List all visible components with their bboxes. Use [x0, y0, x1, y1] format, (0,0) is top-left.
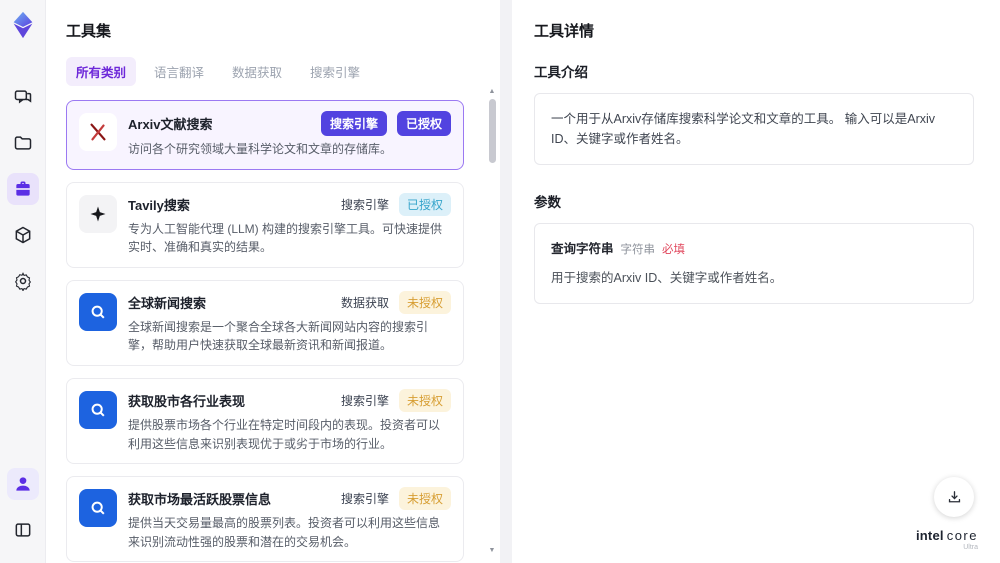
category-badge: 搜索引擎	[340, 393, 389, 408]
intel-core-logo: intel core Ultra	[916, 528, 978, 551]
sidebar-item-account[interactable]	[6, 468, 39, 500]
tool-card-tavily[interactable]: Tavily搜索 搜索引擎 已授权 专为人工智能代理 (LLM) 构建的搜索引擎…	[66, 181, 464, 268]
sidebar-item-chat[interactable]	[7, 81, 39, 113]
sidebar-item-settings[interactable]	[7, 265, 39, 297]
badges: 搜索引擎 已授权	[320, 111, 451, 136]
tool-name: 全球新闻搜索	[128, 295, 207, 311]
param-name: 查询字符串	[551, 242, 614, 256]
intro-box: 一个用于从Arxiv存储库搜索科学论文和文章的工具。 输入可以是Arxiv ID…	[534, 93, 974, 165]
tool-card-arxiv[interactable]: Arxiv文献搜索 搜索引擎 已授权 访问各个研究领域大量科学论文和文章的存储库…	[66, 100, 464, 170]
tool-description: 全球新闻搜索是一个聚合全球各大新闻网站内容的搜索引擎，帮助用户快速获取全球最新资…	[128, 319, 429, 353]
panel-toggle-icon	[15, 523, 30, 537]
param-box: 查询字符串 字符串 必填 用于搜索的Arxiv ID、关键字或作者姓名。	[534, 223, 974, 305]
detail-title: 工具详情	[534, 23, 595, 40]
tool-name: Arxiv文献搜索	[128, 117, 213, 132]
tool-card-active-stocks[interactable]: 获取市场最活跃股票信息 搜索引擎 未授权 提供当天交易量最高的股票列表。投资者可…	[66, 476, 464, 563]
param-type: 字符串	[620, 244, 656, 256]
card-top-row: 获取市场最活跃股票信息 搜索引擎 未授权	[128, 487, 451, 511]
card-top-row: 全球新闻搜索 数据获取 未授权	[128, 290, 451, 314]
status-badge: 已授权	[398, 192, 451, 216]
tool-card-list: Arxiv文献搜索 搜索引擎 已授权 访问各个研究领域大量科学论文和文章的存储库…	[66, 100, 480, 563]
tool-description: 访问各个研究领域大量科学论文和文章的存储库。	[128, 142, 393, 156]
tool-description: 提供当天交易量最高的股票列表。投资者可以利用这些信息来识别流动性强的股票和潜在的…	[128, 516, 441, 549]
tool-name: 获取市场最活跃股票信息	[128, 492, 272, 508]
user-icon	[15, 477, 30, 491]
category-badge: 搜索引擎	[340, 492, 389, 507]
category-badge: 数据获取	[340, 295, 389, 310]
tool-detail-panel: 工具详情 工具介绍 一个用于从Arxiv存储库搜索科学论文和文章的工具。 输入可…	[512, 0, 1000, 563]
tool-list-panel: 工具集 所有类别 语言翻译 数据获取 搜索引擎 Arxiv文献搜索 搜索引擎 已…	[46, 0, 500, 563]
tab-search-engine[interactable]: 搜索引擎	[300, 57, 370, 86]
brand-core-text: core	[946, 528, 978, 543]
tool-name: Tavily搜索	[128, 197, 190, 213]
status-badge: 已授权	[396, 111, 451, 136]
cube-icon	[15, 226, 30, 244]
tool-card-sector-performance[interactable]: 获取股市各行业表现 搜索引擎 未授权 提供股票市场各个行业在特定时间段内的表现。…	[66, 377, 464, 465]
badges: 数据获取 未授权	[340, 290, 451, 314]
category-tabs: 所有类别 语言翻译 数据获取 搜索引擎	[66, 57, 480, 86]
gear-icon	[14, 272, 31, 291]
brand-sub-text: Ultra	[963, 544, 978, 551]
list-scrollbar[interactable]: ▲ ▼	[487, 88, 497, 555]
params-heading: 参数	[534, 195, 561, 210]
card-body: 获取市场最活跃股票信息 搜索引擎 未授权 提供当天交易量最高的股票列表。投资者可…	[128, 487, 451, 551]
toolbox-icon	[15, 181, 30, 196]
tool-name: 获取股市各行业表现	[128, 393, 246, 409]
tool-description: 专为人工智能代理 (LLM) 构建的搜索引擎工具。可快速提供实时、准确和真实的结…	[128, 221, 443, 255]
card-body: 获取股市各行业表现 搜索引擎 未授权 提供股票市场各个行业在特定时间段内的表现。…	[128, 388, 451, 453]
tool-description: 提供股票市场各个行业在特定时间段内的表现。投资者可以利用这些信息来识别表现优于或…	[128, 417, 441, 451]
search-app-logo-icon	[79, 390, 117, 429]
badges: 搜索引擎 已授权	[340, 192, 451, 216]
search-app-logo-icon	[79, 489, 117, 528]
search-app-logo-icon	[79, 292, 117, 331]
param-required-flag: 必填	[662, 244, 686, 256]
tab-all-categories[interactable]: 所有类别	[66, 57, 137, 86]
scroll-up-icon[interactable]: ▲	[489, 88, 496, 96]
arxiv-logo-icon	[79, 113, 117, 151]
tavily-logo-icon	[79, 194, 117, 233]
sidebar-item-collapse[interactable]	[7, 514, 39, 546]
param-description: 用于搜索的Arxiv ID、关键字或作者姓名。	[551, 271, 783, 286]
status-badge: 未授权	[398, 388, 451, 412]
page-title: 工具集	[66, 23, 112, 40]
panel-divider	[500, 0, 512, 563]
param-header-row: 查询字符串 字符串 必填	[551, 239, 957, 259]
card-body: Arxiv文献搜索 搜索引擎 已授权 访问各个研究领域大量科学论文和文章的存储库…	[128, 111, 451, 159]
chat-icon	[14, 90, 31, 104]
card-body: 全球新闻搜索 数据获取 未授权 全球新闻搜索是一个聚合全球各大新闻网站内容的搜索…	[128, 290, 451, 355]
scroll-down-icon[interactable]: ▼	[489, 547, 496, 555]
intro-heading: 工具介绍	[534, 65, 588, 80]
tool-card-global-news[interactable]: 全球新闻搜索 数据获取 未授权 全球新闻搜索是一个聚合全球各大新闻网站内容的搜索…	[66, 279, 464, 366]
sidebar-item-models[interactable]	[7, 219, 39, 251]
download-icon	[948, 490, 960, 502]
badges: 搜索引擎 未授权	[340, 388, 451, 412]
scrollbar-thumb[interactable]	[488, 99, 496, 163]
card-top-row: 获取股市各行业表现 搜索引擎 未授权	[128, 388, 451, 412]
category-badge: 搜索引擎	[320, 111, 387, 136]
sidebar-item-files[interactable]	[7, 127, 39, 159]
badges: 搜索引擎 未授权	[340, 487, 451, 511]
tab-data-acquisition[interactable]: 数据获取	[222, 57, 292, 86]
card-top-row: Tavily搜索 搜索引擎 已授权	[128, 192, 451, 216]
status-badge: 未授权	[398, 487, 451, 511]
app-logo-icon	[13, 11, 32, 39]
card-body: Tavily搜索 搜索引擎 已授权 专为人工智能代理 (LLM) 构建的搜索引擎…	[128, 192, 451, 257]
download-button[interactable]	[934, 477, 974, 517]
category-badge: 搜索引擎	[340, 197, 389, 212]
left-icon-rail	[0, 0, 46, 563]
card-top-row: Arxiv文献搜索 搜索引擎 已授权	[128, 111, 451, 136]
tab-language-translation[interactable]: 语言翻译	[144, 57, 214, 86]
folder-icon	[14, 136, 31, 150]
status-badge: 未授权	[398, 290, 451, 314]
brand-intel-text: intel	[915, 528, 944, 543]
sidebar-item-tools[interactable]	[6, 173, 39, 205]
